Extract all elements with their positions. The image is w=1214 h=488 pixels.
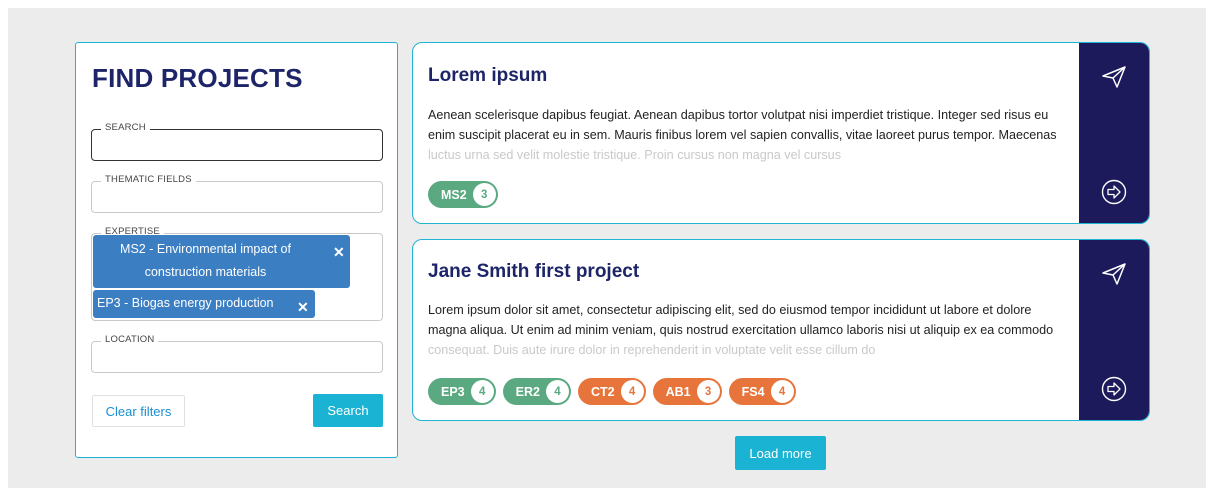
load-more-button[interactable]: Load more [735,436,826,470]
tag-count: 4 [545,380,569,403]
location-field[interactable]: LOCATION [91,334,383,373]
thematic-fields-field[interactable]: THEMATIC FIELDS [91,174,383,213]
expertise-chip-ms2[interactable]: MS2 - Environmental impact of constructi… [93,235,350,288]
expertise-tag[interactable]: MS2 3 [428,181,498,208]
project-card-body: Lorem ipsum Aenean scelerisque dapibus f… [413,43,1079,223]
paper-plane-icon[interactable] [1101,262,1127,286]
project-actions-sidebar [1079,43,1149,223]
search-input[interactable] [92,130,382,160]
project-tags: EP3 4 ER2 4 CT2 4 AB1 3 FS4 4 [428,378,796,405]
arrow-right-circle-icon[interactable] [1101,179,1127,205]
clear-filters-button[interactable]: Clear filters [92,395,185,427]
project-description: Lorem ipsum dolor sit amet, consectetur … [428,303,1054,357]
location-input[interactable] [92,342,382,372]
expertise-tag[interactable]: EP3 4 [428,378,496,405]
tag-count: 4 [770,380,794,403]
project-title[interactable]: Jane Smith first project [428,261,639,283]
tag-code: FS4 [741,384,765,399]
chip-label: EP3 - Biogas energy production [97,296,274,310]
project-actions-sidebar [1079,240,1149,420]
filter-title: FIND PROJECTS [92,63,303,93]
project-card: Lorem ipsum Aenean scelerisque dapibus f… [412,42,1150,224]
tag-code: ER2 [515,384,540,399]
expertise-tag[interactable]: ER2 4 [502,378,571,405]
tag-code: MS2 [441,187,467,202]
close-icon[interactable]: ✕ [333,241,345,264]
expertise-tag[interactable]: FS4 4 [728,378,796,405]
tag-count: 3 [696,380,720,403]
tag-count: 4 [470,380,494,403]
project-tags: MS2 3 [428,181,498,208]
tag-count: 3 [472,183,496,206]
chip-label-line-2: construction materials [144,265,267,279]
arrow-right-circle-icon[interactable] [1101,376,1127,402]
expertise-tag[interactable]: CT2 4 [577,378,646,405]
chip-label-line-1: MS2 - Environmental impact of [120,242,291,256]
tag-code: CT2 [590,384,615,399]
close-icon[interactable]: ✕ [297,296,309,319]
paper-plane-icon[interactable] [1101,65,1127,89]
search-button[interactable]: Search [313,394,383,427]
project-description: Aenean scelerisque dapibus feugiat. Aene… [428,108,1057,162]
tag-code: AB1 [665,384,691,399]
expertise-chip-ep3[interactable]: EP3 - Biogas energy production ✕ [93,290,315,318]
project-card-body: Jane Smith first project Lorem ipsum dol… [413,240,1079,420]
filter-panel: FIND PROJECTS SEARCH THEMATIC FIELDS EXP… [75,42,398,458]
expertise-tag[interactable]: AB1 3 [652,378,722,405]
tag-count: 4 [620,380,644,403]
tag-code: EP3 [441,384,465,399]
project-card: Jane Smith first project Lorem ipsum dol… [412,239,1150,421]
thematic-fields-input[interactable] [92,182,382,212]
search-field[interactable]: SEARCH [91,122,383,161]
project-title[interactable]: Lorem ipsum [428,65,547,87]
